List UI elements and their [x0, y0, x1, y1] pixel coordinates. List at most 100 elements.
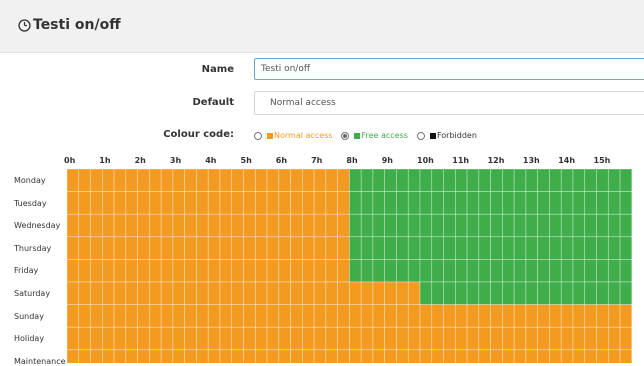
- schedule-cell[interactable]: [90, 304, 103, 328]
- schedule-cell[interactable]: [243, 304, 256, 328]
- schedule-cell[interactable]: [149, 236, 162, 260]
- schedule-cell[interactable]: [231, 191, 244, 215]
- schedule-cell[interactable]: [384, 304, 397, 328]
- schedule-cell[interactable]: [360, 349, 374, 363]
- schedule-cell[interactable]: [513, 236, 527, 260]
- schedule-cell[interactable]: [407, 281, 421, 305]
- schedule-cell[interactable]: [419, 259, 433, 283]
- schedule-cell[interactable]: [266, 236, 280, 260]
- schedule-cell[interactable]: [349, 168, 362, 192]
- schedule-cell[interactable]: [360, 281, 374, 305]
- schedule-cell[interactable]: [619, 326, 633, 351]
- schedule-cell[interactable]: [290, 168, 303, 192]
- schedule-cell[interactable]: [537, 168, 550, 192]
- schedule-cell[interactable]: [537, 281, 550, 305]
- schedule-cell[interactable]: [443, 236, 456, 260]
- schedule-cell[interactable]: [513, 168, 527, 192]
- schedule-cell[interactable]: [196, 168, 209, 192]
- schedule-cell[interactable]: [160, 259, 174, 283]
- schedule-cell[interactable]: [560, 236, 574, 260]
- schedule-cell[interactable]: [125, 236, 138, 260]
- schedule-cell[interactable]: [290, 259, 303, 283]
- schedule-cell[interactable]: [466, 168, 480, 192]
- schedule-cell[interactable]: [102, 168, 115, 192]
- schedule-cell[interactable]: [454, 213, 468, 238]
- schedule-cell[interactable]: [419, 304, 433, 328]
- schedule-cell[interactable]: [313, 349, 327, 363]
- schedule-cell[interactable]: [372, 281, 385, 305]
- schedule-cell[interactable]: [196, 304, 209, 328]
- schedule-cell[interactable]: [349, 281, 362, 305]
- schedule-cell[interactable]: [302, 213, 315, 238]
- schedule-cell[interactable]: [90, 213, 103, 238]
- schedule-cell[interactable]: [513, 349, 527, 363]
- schedule-cell[interactable]: [278, 326, 291, 351]
- schedule-cell[interactable]: [407, 236, 421, 260]
- schedule-cell[interactable]: [78, 281, 91, 305]
- schedule-cell[interactable]: [160, 168, 174, 192]
- schedule-cell[interactable]: [572, 281, 586, 305]
- schedule-cell[interactable]: [549, 326, 562, 351]
- schedule-cell[interactable]: [66, 191, 80, 215]
- schedule-cell[interactable]: [454, 304, 468, 328]
- schedule-cell[interactable]: [90, 326, 103, 351]
- schedule-cell[interactable]: [419, 281, 433, 305]
- schedule-cell[interactable]: [231, 259, 244, 283]
- schedule-cell[interactable]: [454, 281, 468, 305]
- schedule-cell[interactable]: [349, 349, 362, 363]
- schedule-cell[interactable]: [360, 326, 374, 351]
- schedule-cell[interactable]: [431, 236, 444, 260]
- schedule-cell[interactable]: [525, 191, 538, 215]
- schedule-cell[interactable]: [137, 191, 150, 215]
- schedule-cell[interactable]: [560, 349, 574, 363]
- schedule-cell[interactable]: [560, 168, 574, 192]
- schedule-cell[interactable]: [525, 236, 538, 260]
- schedule-cell[interactable]: [478, 213, 491, 238]
- schedule-cell[interactable]: [196, 326, 209, 351]
- schedule-cell[interactable]: [160, 236, 174, 260]
- schedule-cell[interactable]: [290, 281, 303, 305]
- schedule-cell[interactable]: [607, 349, 621, 363]
- schedule-cell[interactable]: [560, 191, 574, 215]
- schedule-cell[interactable]: [78, 168, 91, 192]
- schedule-cell[interactable]: [396, 191, 409, 215]
- schedule-cell[interactable]: [525, 349, 538, 363]
- schedule-cell[interactable]: [78, 304, 91, 328]
- schedule-cell[interactable]: [231, 168, 244, 192]
- schedule-cell[interactable]: [254, 304, 268, 328]
- schedule-cell[interactable]: [290, 304, 303, 328]
- schedule-cell[interactable]: [66, 281, 80, 305]
- schedule-cell[interactable]: [513, 281, 527, 305]
- schedule-cell[interactable]: [325, 304, 338, 328]
- schedule-cell[interactable]: [502, 304, 515, 328]
- schedule-cell[interactable]: [596, 281, 609, 305]
- schedule-cell[interactable]: [466, 259, 480, 283]
- schedule-cell[interactable]: [443, 326, 456, 351]
- schedule-cell[interactable]: [325, 281, 338, 305]
- schedule-cell[interactable]: [125, 349, 138, 363]
- schedule-cell[interactable]: [537, 326, 550, 351]
- schedule-cell[interactable]: [90, 281, 103, 305]
- schedule-cell[interactable]: [337, 259, 350, 283]
- schedule-cell[interactable]: [149, 191, 162, 215]
- schedule-cell[interactable]: [113, 213, 127, 238]
- schedule-cell[interactable]: [207, 326, 221, 351]
- schedule-cell[interactable]: [102, 236, 115, 260]
- schedule-cell[interactable]: [431, 191, 444, 215]
- schedule-cell[interactable]: [278, 168, 291, 192]
- schedule-cell[interactable]: [396, 213, 409, 238]
- schedule-cell[interactable]: [196, 191, 209, 215]
- schedule-cell[interactable]: [372, 168, 385, 192]
- schedule-cell[interactable]: [454, 236, 468, 260]
- schedule-cell[interactable]: [454, 191, 468, 215]
- schedule-cell[interactable]: [513, 191, 527, 215]
- schedule-cell[interactable]: [219, 349, 233, 363]
- schedule-cell[interactable]: [443, 304, 456, 328]
- schedule-cell[interactable]: [349, 259, 362, 283]
- schedule-cell[interactable]: [243, 349, 256, 363]
- schedule-cell[interactable]: [549, 304, 562, 328]
- schedule-cell[interactable]: [278, 349, 291, 363]
- schedule-cell[interactable]: [325, 349, 338, 363]
- schedule-cell[interactable]: [490, 213, 503, 238]
- schedule-cell[interactable]: [254, 349, 268, 363]
